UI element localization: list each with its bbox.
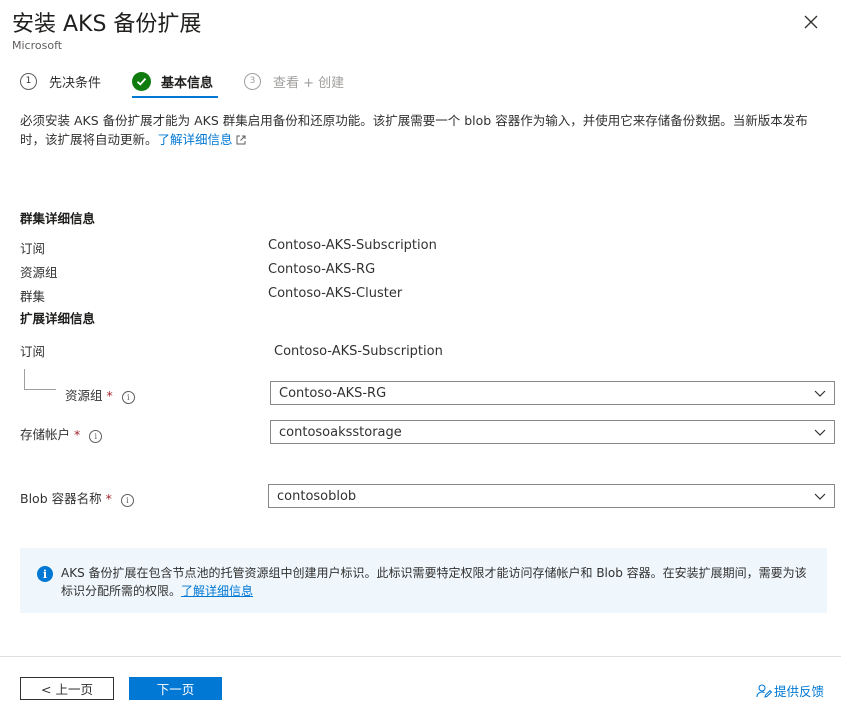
chevron-down-icon — [814, 429, 826, 436]
blob-container-dropdown[interactable]: contosoblob — [268, 484, 835, 508]
resource-group-label-row: 资源组 * i — [65, 385, 135, 404]
feedback-label: 提供反馈 — [774, 684, 825, 699]
resource-group-value: Contoso-AKS-RG — [279, 385, 387, 401]
feedback-icon — [756, 683, 772, 698]
extension-subscription-label: 订阅 — [20, 344, 46, 359]
info-icon[interactable]: i — [120, 494, 134, 507]
cluster-name-label: 群集 — [20, 289, 46, 304]
storage-account-dropdown[interactable]: contosoaksstorage — [270, 420, 835, 444]
chevron-down-icon — [814, 390, 826, 397]
storage-account-value: contosoaksstorage — [279, 424, 402, 440]
active-tab-indicator — [132, 96, 218, 98]
info-banner-text-container: AKS 备份扩展在包含节点池的托管资源组中创建用户标识。此标识需要特定权限才能访… — [61, 564, 817, 600]
blob-container-value: contosoblob — [277, 488, 357, 504]
close-icon — [804, 15, 818, 29]
required-asterisk: * — [74, 427, 81, 442]
storage-account-label: 存储帐户 — [20, 427, 71, 442]
tab-prerequisites-label: 先决条件 — [49, 75, 102, 91]
description-text: 必须安装 AKS 备份扩展才能为 AKS 群集启用备份和还原功能。该扩展需要一个… — [20, 113, 808, 147]
close-button[interactable] — [802, 13, 820, 31]
info-banner-text: AKS 备份扩展在包含节点池的托管资源组中创建用户标识。此标识需要特定权限才能访… — [61, 566, 807, 598]
tab-prerequisites[interactable]: 1 先决条件 — [20, 71, 101, 91]
chevron-down-icon — [814, 493, 826, 500]
feedback-link[interactable]: 提供反馈 — [756, 681, 824, 700]
resource-group-dropdown[interactable]: Contoso-AKS-RG — [270, 381, 835, 405]
extension-subscription-value: Contoso-AKS-Subscription — [274, 344, 443, 359]
info-circle-icon: i — [37, 566, 53, 582]
cluster-subscription-label: 订阅 — [20, 241, 46, 256]
blob-container-label-row: Blob 容器名称 * i — [20, 488, 134, 507]
required-asterisk: * — [106, 388, 113, 403]
tab-review-create-label: 查看 + 创建 — [273, 75, 345, 91]
publisher-label: Microsoft — [12, 39, 63, 52]
resource-group-label: 资源组 — [65, 388, 103, 403]
cluster-details-heading: 群集详细信息 — [20, 211, 96, 226]
tree-connector-horizontal — [24, 389, 56, 390]
tree-connector-vertical — [24, 369, 25, 389]
info-learn-more-link[interactable]: 了解详细信息 — [181, 584, 253, 598]
check-circle-icon — [132, 71, 151, 91]
next-button[interactable]: 下一页 — [129, 677, 222, 700]
page-title: 安装 AKS 备份扩展 — [12, 12, 202, 37]
step-number-1: 1 — [20, 72, 37, 90]
storage-account-label-row: 存储帐户 * i — [20, 424, 103, 443]
previous-button[interactable]: < 上一页 — [20, 677, 114, 700]
description: 必须安装 AKS 备份扩展才能为 AKS 群集启用备份和还原功能。该扩展需要一个… — [20, 111, 830, 149]
cluster-resource-group-label: 资源组 — [20, 265, 58, 280]
cluster-subscription-value: Contoso-AKS-Subscription — [268, 238, 437, 253]
footer-divider — [0, 656, 841, 657]
extension-details-heading: 扩展详细信息 — [20, 311, 96, 326]
external-link-icon — [236, 135, 246, 145]
tab-basics[interactable]: 基本信息 — [132, 71, 213, 91]
info-icon[interactable]: i — [89, 430, 103, 443]
required-asterisk: * — [105, 491, 112, 506]
tab-basics-label: 基本信息 — [161, 75, 214, 91]
cluster-name-value: Contoso-AKS-Cluster — [268, 286, 403, 301]
learn-more-link[interactable]: 了解详细信息 — [158, 132, 233, 147]
info-icon[interactable]: i — [121, 391, 135, 404]
tab-review-create[interactable]: 3 查看 + 创建 — [244, 71, 344, 91]
blob-container-label: Blob 容器名称 — [20, 491, 102, 506]
step-number-3: 3 — [244, 72, 261, 90]
cluster-resource-group-value: Contoso-AKS-RG — [268, 262, 376, 277]
